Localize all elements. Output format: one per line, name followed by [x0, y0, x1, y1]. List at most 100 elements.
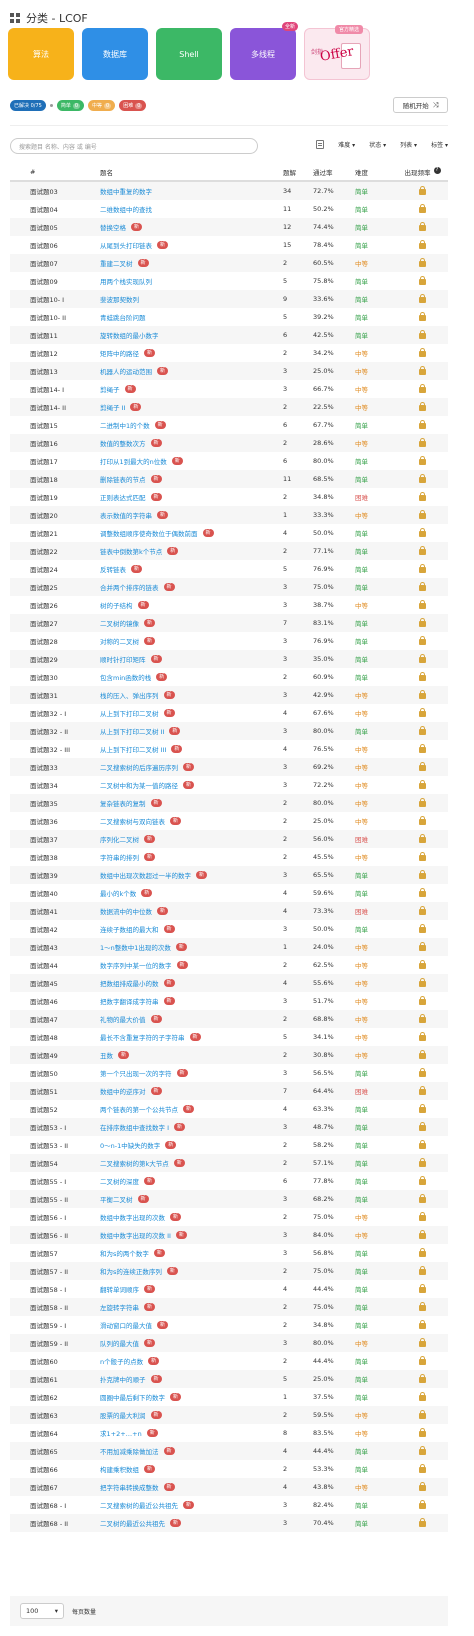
table-row[interactable]: 面试题53 - I 在排序数组中查找数字 I 新 3 48.7% 简单: [10, 1118, 448, 1136]
table-row[interactable]: 面试题47 礼物的最大价值新 2 68.8% 中等: [10, 1010, 448, 1028]
lock-icon[interactable]: [419, 366, 426, 375]
lock-icon[interactable]: [419, 276, 426, 285]
lock-icon[interactable]: [419, 816, 426, 825]
solution-count[interactable]: 2: [283, 349, 313, 357]
problem-title-link[interactable]: 0～n-1中缺失的数字: [100, 1140, 160, 1150]
lock-icon[interactable]: [419, 726, 426, 735]
table-row[interactable]: 面试题14- II 剪绳子 II 新 2 22.5% 中等: [10, 398, 448, 416]
lock-icon[interactable]: [419, 636, 426, 645]
problem-title-link[interactable]: 连续子数组的最大和: [100, 924, 159, 934]
solution-count[interactable]: 2: [283, 1159, 313, 1167]
lock-icon[interactable]: [419, 1302, 426, 1311]
solution-count[interactable]: 3: [283, 925, 313, 933]
solution-count[interactable]: 3: [283, 583, 313, 591]
solution-count[interactable]: 4: [283, 889, 313, 897]
problem-title-link[interactable]: 打印从1到最大的n位数: [100, 456, 167, 466]
solution-count[interactable]: 3: [283, 1249, 313, 1257]
problem-title-link[interactable]: 数组中数字出现的次数 II: [100, 1230, 171, 1240]
lock-icon[interactable]: [419, 348, 426, 357]
table-row[interactable]: 面试题11 旋转数组的最小数字 6 42.5% 简单: [10, 326, 448, 344]
problem-title-link[interactable]: 剪绳子: [100, 384, 120, 394]
problem-title-link[interactable]: 正则表达式匹配: [100, 492, 146, 502]
table-row[interactable]: 面试题29 顺时针打印矩阵新 3 35.0% 简单: [10, 650, 448, 668]
problem-title-link[interactable]: 扑克牌中的顺子: [100, 1374, 146, 1384]
lock-icon[interactable]: [419, 744, 426, 753]
problem-title-link[interactable]: 反转链表: [100, 564, 126, 574]
problem-title-link[interactable]: 斐波那契数列: [100, 294, 139, 304]
problem-title-link[interactable]: 数组中重复的数字: [100, 186, 152, 196]
lock-icon[interactable]: [419, 996, 426, 1005]
search-input[interactable]: 搜索题目 名称、内容 或 编号: [10, 138, 258, 154]
lock-icon[interactable]: [419, 1230, 426, 1239]
lock-icon[interactable]: [419, 942, 426, 951]
solution-count[interactable]: 2: [283, 1015, 313, 1023]
problem-title-link[interactable]: 1～n整数中1出现的次数: [100, 942, 171, 952]
problem-title-link[interactable]: 求1+2+…+n: [100, 1428, 142, 1438]
problem-title-link[interactable]: 链表中倒数第k个节点: [100, 546, 162, 556]
lock-icon[interactable]: [419, 618, 426, 627]
solution-count[interactable]: 4: [283, 1483, 313, 1491]
solution-count[interactable]: 3: [283, 1195, 313, 1203]
problem-title-link[interactable]: 丑数: [100, 1050, 113, 1060]
table-row[interactable]: 面试题37 序列化二叉树新 2 56.0% 困难: [10, 830, 448, 848]
solution-count[interactable]: 3: [283, 1123, 313, 1131]
solution-count[interactable]: 4: [283, 709, 313, 717]
problem-title-link[interactable]: 构建乘积数组: [100, 1464, 139, 1474]
table-row[interactable]: 面试题49 丑数新 2 30.8% 中等: [10, 1046, 448, 1064]
solution-count[interactable]: 4: [283, 1105, 313, 1113]
solution-count[interactable]: 2: [283, 835, 313, 843]
table-row[interactable]: 面试题26 树的子结构新 3 38.7% 中等: [10, 596, 448, 614]
problem-title-link[interactable]: 数值的整数次方: [100, 438, 146, 448]
table-row[interactable]: 面试题35 复杂链表的复制新 2 80.0% 中等: [10, 794, 448, 812]
lock-icon[interactable]: [419, 240, 426, 249]
lock-icon[interactable]: [419, 1014, 426, 1023]
solution-count[interactable]: 5: [283, 277, 313, 285]
solution-count[interactable]: 2: [283, 403, 313, 411]
filter-dropdown[interactable]: 列表: [400, 140, 417, 149]
solution-count[interactable]: 11: [283, 475, 313, 483]
lock-icon[interactable]: [419, 1050, 426, 1059]
table-row[interactable]: 面试题66 构建乘积数组新 2 53.3% 简单: [10, 1460, 448, 1478]
problem-title-link[interactable]: 圆圈中最后剩下的数字: [100, 1392, 165, 1402]
problem-title-link[interactable]: 两个链表的第一个公共节点: [100, 1104, 178, 1114]
lock-icon[interactable]: [419, 564, 426, 573]
lock-icon[interactable]: [419, 906, 426, 915]
lock-icon[interactable]: [419, 492, 426, 501]
table-row[interactable]: 面试题44 数字序列中某一位的数字新 2 62.5% 中等: [10, 956, 448, 974]
table-row[interactable]: 面试题56 - II 数组中数字出现的次数 II 新 3 84.0% 中等: [10, 1226, 448, 1244]
solution-count[interactable]: 4: [283, 1447, 313, 1455]
solution-count[interactable]: 3: [283, 1069, 313, 1077]
solution-count[interactable]: 2: [283, 1141, 313, 1149]
table-row[interactable]: 面试题62 圆圈中最后剩下的数字新 1 37.5% 简单: [10, 1388, 448, 1406]
table-row[interactable]: 面试题56 - I 数组中数字出现的次数新 2 75.0% 中等: [10, 1208, 448, 1226]
category-card[interactable]: 多线程 全新: [230, 22, 298, 80]
table-row[interactable]: 面试题58 - I 翻转单词顺序新 4 44.4% 简单: [10, 1280, 448, 1298]
category-card[interactable]: Shell: [156, 28, 222, 80]
solution-count[interactable]: 2: [283, 439, 313, 447]
problem-title-link[interactable]: 在排序数组中查找数字 I: [100, 1122, 169, 1132]
table-row[interactable]: 面试题57 - II 和为s的连续正数序列新 2 75.0% 简单: [10, 1262, 448, 1280]
filter-dropdown[interactable]: 标签: [431, 140, 448, 149]
col-solutions-header[interactable]: 题解: [283, 167, 313, 177]
table-row[interactable]: 面试题36 二叉搜索树与双向链表新 2 25.0% 中等: [10, 812, 448, 830]
table-row[interactable]: 面试题64 求1+2+…+n 新 8 83.5% 中等: [10, 1424, 448, 1442]
solution-count[interactable]: 2: [283, 493, 313, 501]
table-row[interactable]: 面试题10- I 斐波那契数列 9 33.6% 简单: [10, 290, 448, 308]
lock-icon[interactable]: [419, 1068, 426, 1077]
table-row[interactable]: 面试题57 和为s的两个数字新 3 56.8% 简单: [10, 1244, 448, 1262]
problem-title-link[interactable]: 机器人的运动范围: [100, 366, 152, 376]
lock-icon[interactable]: [419, 1428, 426, 1437]
table-row[interactable]: 面试题39 数组中出现次数超过一半的数字新 3 65.5% 简单: [10, 866, 448, 884]
problem-title-link[interactable]: 礼物的最大价值: [100, 1014, 146, 1024]
solution-count[interactable]: 34: [283, 187, 313, 195]
table-row[interactable]: 面试题21 调整数组顺序使奇数位于偶数前面新 4 50.0% 简单: [10, 524, 448, 542]
lock-icon[interactable]: [419, 888, 426, 897]
lock-icon[interactable]: [419, 204, 426, 213]
lock-icon[interactable]: [419, 1032, 426, 1041]
table-row[interactable]: 面试题06 从尾到头打印链表新 15 78.4% 简单: [10, 236, 448, 254]
problem-title-link[interactable]: 删除链表的节点: [100, 474, 146, 484]
problem-title-link[interactable]: 和为s的两个数字: [100, 1248, 149, 1258]
lock-icon[interactable]: [419, 834, 426, 843]
solution-count[interactable]: 2: [283, 673, 313, 681]
lock-icon[interactable]: [419, 1500, 426, 1509]
